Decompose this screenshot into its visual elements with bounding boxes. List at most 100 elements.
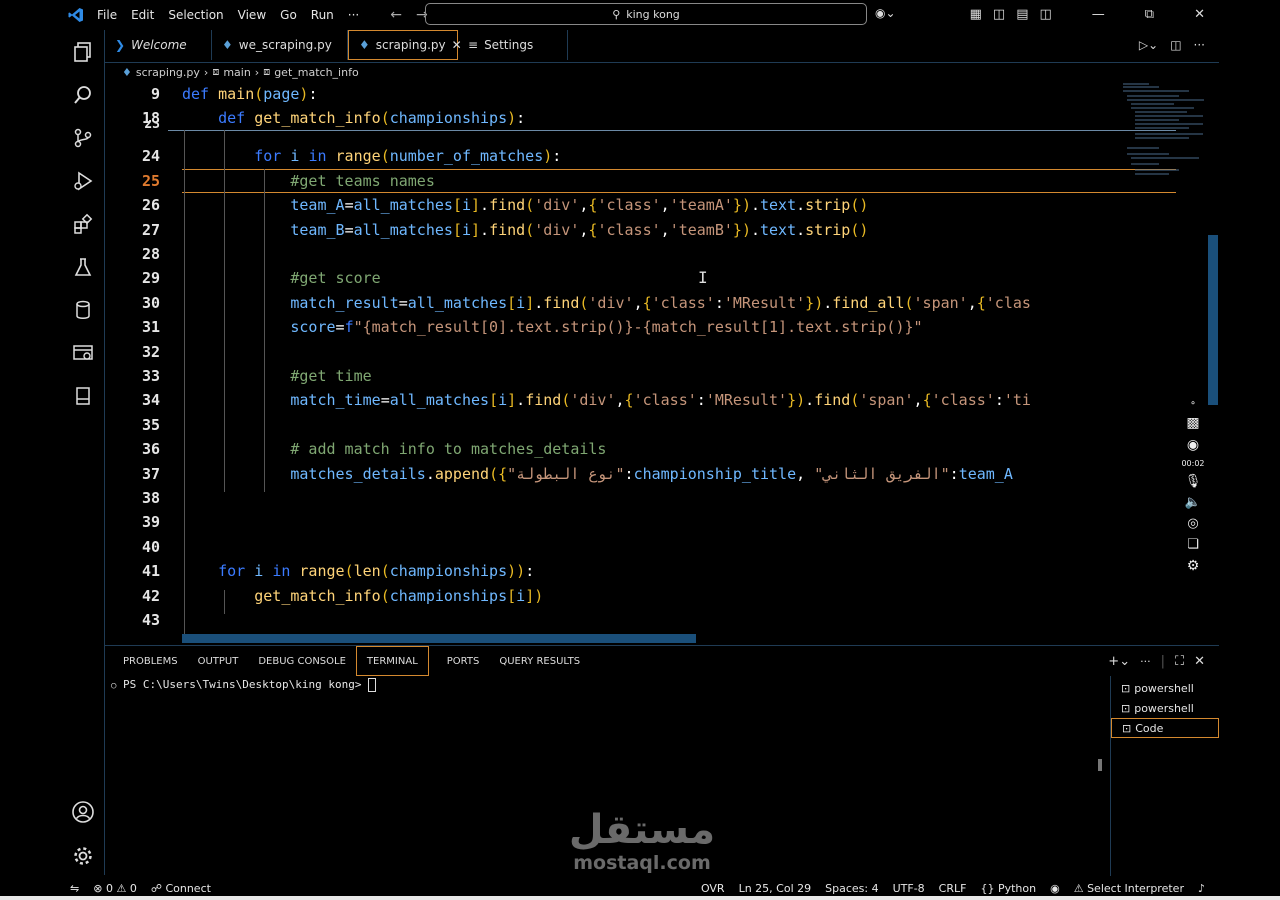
tab-problems[interactable]: PROBLEMS <box>113 647 188 675</box>
breadcrumb-get-match-info[interactable]: get_match_info <box>274 66 358 79</box>
language-mode[interactable]: {} Python <box>980 882 1036 895</box>
toggle-secondary-sidebar-icon[interactable]: ◫ <box>1040 7 1052 22</box>
menu-run[interactable]: Run <box>304 8 341 22</box>
code-line[interactable]: 38 <box>105 486 1176 510</box>
remote-icon[interactable]: ⇋ <box>70 882 79 895</box>
extensions-icon[interactable] <box>62 204 104 244</box>
editor-vertical-scrollbar[interactable] <box>1208 235 1218 405</box>
code-line[interactable]: 28 <box>105 242 1176 266</box>
terminal-output[interactable]: ○ PS C:\Users\Twins\Desktop\king kong> <box>111 678 377 692</box>
tab-we-scraping[interactable]: ♦ we_scraping.py <box>212 30 348 60</box>
tab-terminal[interactable]: TERMINAL <box>355 646 429 676</box>
code-line[interactable]: 26 team_A=all_matches[i].find('div',{'cl… <box>105 193 1176 217</box>
indentation-status[interactable]: Spaces: 4 <box>825 882 878 895</box>
eol-status[interactable]: CRLF <box>939 882 967 895</box>
testing-flask-icon[interactable] <box>62 247 104 287</box>
menu-selection[interactable]: Selection <box>161 8 230 22</box>
ovr-status[interactable]: OVR <box>701 882 725 895</box>
copilot-icon[interactable]: ◉⌄ <box>875 6 896 20</box>
code-editor[interactable]: 9 def main(page): 18 def get_match_info(ch… <box>105 82 1176 643</box>
recorder-settings-icon[interactable]: ⚙ <box>1187 558 1200 574</box>
manage-gear-icon[interactable] <box>62 836 104 876</box>
menu-view[interactable]: View <box>231 8 273 22</box>
terminal-more-icon[interactable]: ··· <box>1140 655 1151 668</box>
tab-query-results[interactable]: QUERY RESULTS <box>489 647 590 675</box>
minimap[interactable] <box>1119 82 1209 182</box>
terminal-item-powershell[interactable]: ⊡ powershell <box>1111 698 1219 718</box>
code-line[interactable]: 31 score=f"{match_result[0].text.strip()… <box>105 315 1176 339</box>
run-python-icon[interactable]: ▷⌄ <box>1139 38 1158 52</box>
source-control-icon[interactable] <box>62 118 104 158</box>
code-line[interactable]: 40 <box>105 535 1176 559</box>
code-line[interactable]: 35 <box>105 413 1176 437</box>
code-line[interactable]: 30 match_result=all_matches[i].find('div… <box>105 291 1176 315</box>
encoding-status[interactable]: UTF-8 <box>893 882 925 895</box>
code-line[interactable]: 27 team_B=all_matches[i].find('div',{'cl… <box>105 218 1176 242</box>
tab-settings[interactable]: ≡ Settings <box>458 30 568 60</box>
tab-ports[interactable]: PORTS <box>437 647 490 675</box>
speaker-icon[interactable]: 🔈 <box>1185 495 1201 510</box>
back-arrow-icon[interactable]: ← <box>390 7 402 23</box>
menu-more[interactable]: ··· <box>341 8 366 22</box>
problems-status[interactable]: ⊗ 0 ⚠ 0 <box>93 882 137 895</box>
menu-go[interactable]: Go <box>273 8 304 22</box>
cursor-position[interactable]: Ln 25, Col 29 <box>739 882 812 895</box>
breadcrumb-file[interactable]: scraping.py <box>136 66 200 79</box>
code-line[interactable]: 29 #get score <box>105 266 1176 290</box>
sticky-scroll-line[interactable]: 9 def main(page): <box>105 82 1176 106</box>
horizontal-scrollbar[interactable] <box>182 634 696 643</box>
account-icon[interactable] <box>62 792 104 832</box>
code-line[interactable]: 34 match_time=all_matches[i].find('div',… <box>105 388 1176 412</box>
notebook-icon[interactable] <box>62 376 104 416</box>
restore-icon[interactable]: ⧉ <box>1145 7 1154 22</box>
webcam-icon[interactable]: ◎ <box>1187 516 1198 531</box>
record-icon[interactable]: ◉ <box>1187 437 1199 453</box>
code-line[interactable]: 32 <box>105 340 1176 364</box>
connect-status[interactable]: ☍ Connect <box>151 882 211 895</box>
terminal-item-powershell[interactable]: ⊡ powershell <box>1111 678 1219 698</box>
customize-layout-icon[interactable]: ▦ <box>970 7 982 22</box>
menu-file[interactable]: File <box>90 8 124 22</box>
pin-icon[interactable]: ⚬ <box>1189 399 1197 409</box>
database-icon[interactable] <box>62 290 104 330</box>
explorer-icon[interactable] <box>62 32 104 72</box>
code-line[interactable]: 42 get_match_info(championships[i]) <box>105 584 1176 608</box>
code-line[interactable]: 24 for i in range(number_of_matches): <box>105 144 1176 168</box>
camera-icon[interactable]: ▩ <box>1186 415 1199 431</box>
remote-explorer-icon[interactable] <box>62 333 104 373</box>
menu-edit[interactable]: Edit <box>124 8 161 22</box>
tab-output[interactable]: OUTPUT <box>188 647 249 675</box>
window-icon[interactable]: ❏ <box>1187 537 1199 552</box>
code-line[interactable]: 43 <box>105 608 1176 632</box>
copilot-status-icon[interactable]: ◉ <box>1050 882 1060 895</box>
notifications-bell-icon[interactable]: ♪ <box>1198 882 1205 895</box>
microphone-icon[interactable]: 🎙 <box>1185 474 1202 489</box>
command-center-search[interactable]: ⚲ king kong <box>425 3 867 25</box>
line-number: 9 <box>150 85 160 103</box>
close-window-icon[interactable]: ✕ <box>1194 7 1205 22</box>
code-line[interactable]: 41 for i in range(len(championships)): <box>105 559 1176 583</box>
tab-scraping[interactable]: ♦ scraping.py ✕ <box>348 30 462 60</box>
run-debug-icon[interactable] <box>62 161 104 201</box>
code-line[interactable]: 33 #get time <box>105 364 1176 388</box>
tab-debug-console[interactable]: DEBUG CONSOLE <box>248 647 356 675</box>
breadcrumb-main[interactable]: main <box>223 66 250 79</box>
code-line[interactable]: 39 <box>105 510 1176 534</box>
more-actions-icon[interactable]: ··· <box>1194 38 1205 52</box>
code-line[interactable]: 23 <box>105 120 1176 130</box>
new-terminal-icon[interactable]: +⌄ <box>1108 654 1130 669</box>
code-line[interactable]: 37 matches_details.append({"نوع البطولة"… <box>105 462 1176 486</box>
split-editor-icon[interactable]: ◫ <box>1170 38 1181 52</box>
tab-welcome[interactable]: ❯ Welcome <box>105 30 212 60</box>
terminal-scrollbar[interactable] <box>1098 759 1102 771</box>
toggle-primary-sidebar-icon[interactable]: ◫ <box>993 7 1005 22</box>
maximize-panel-icon[interactable]: ⛶ <box>1175 654 1184 669</box>
toggle-panel-icon[interactable]: ▤ <box>1016 7 1028 22</box>
search-sidebar-icon[interactable] <box>62 75 104 115</box>
terminal-item-code[interactable]: ⊡ Code <box>1111 718 1219 738</box>
minimize-icon[interactable]: — <box>1092 7 1105 22</box>
line-number: 42 <box>141 586 160 605</box>
interpreter-status[interactable]: ⚠ Select Interpreter <box>1074 882 1184 895</box>
code-line[interactable]: 36 # add match info to matches_details <box>105 437 1176 461</box>
close-panel-icon[interactable]: ✕ <box>1194 654 1205 669</box>
